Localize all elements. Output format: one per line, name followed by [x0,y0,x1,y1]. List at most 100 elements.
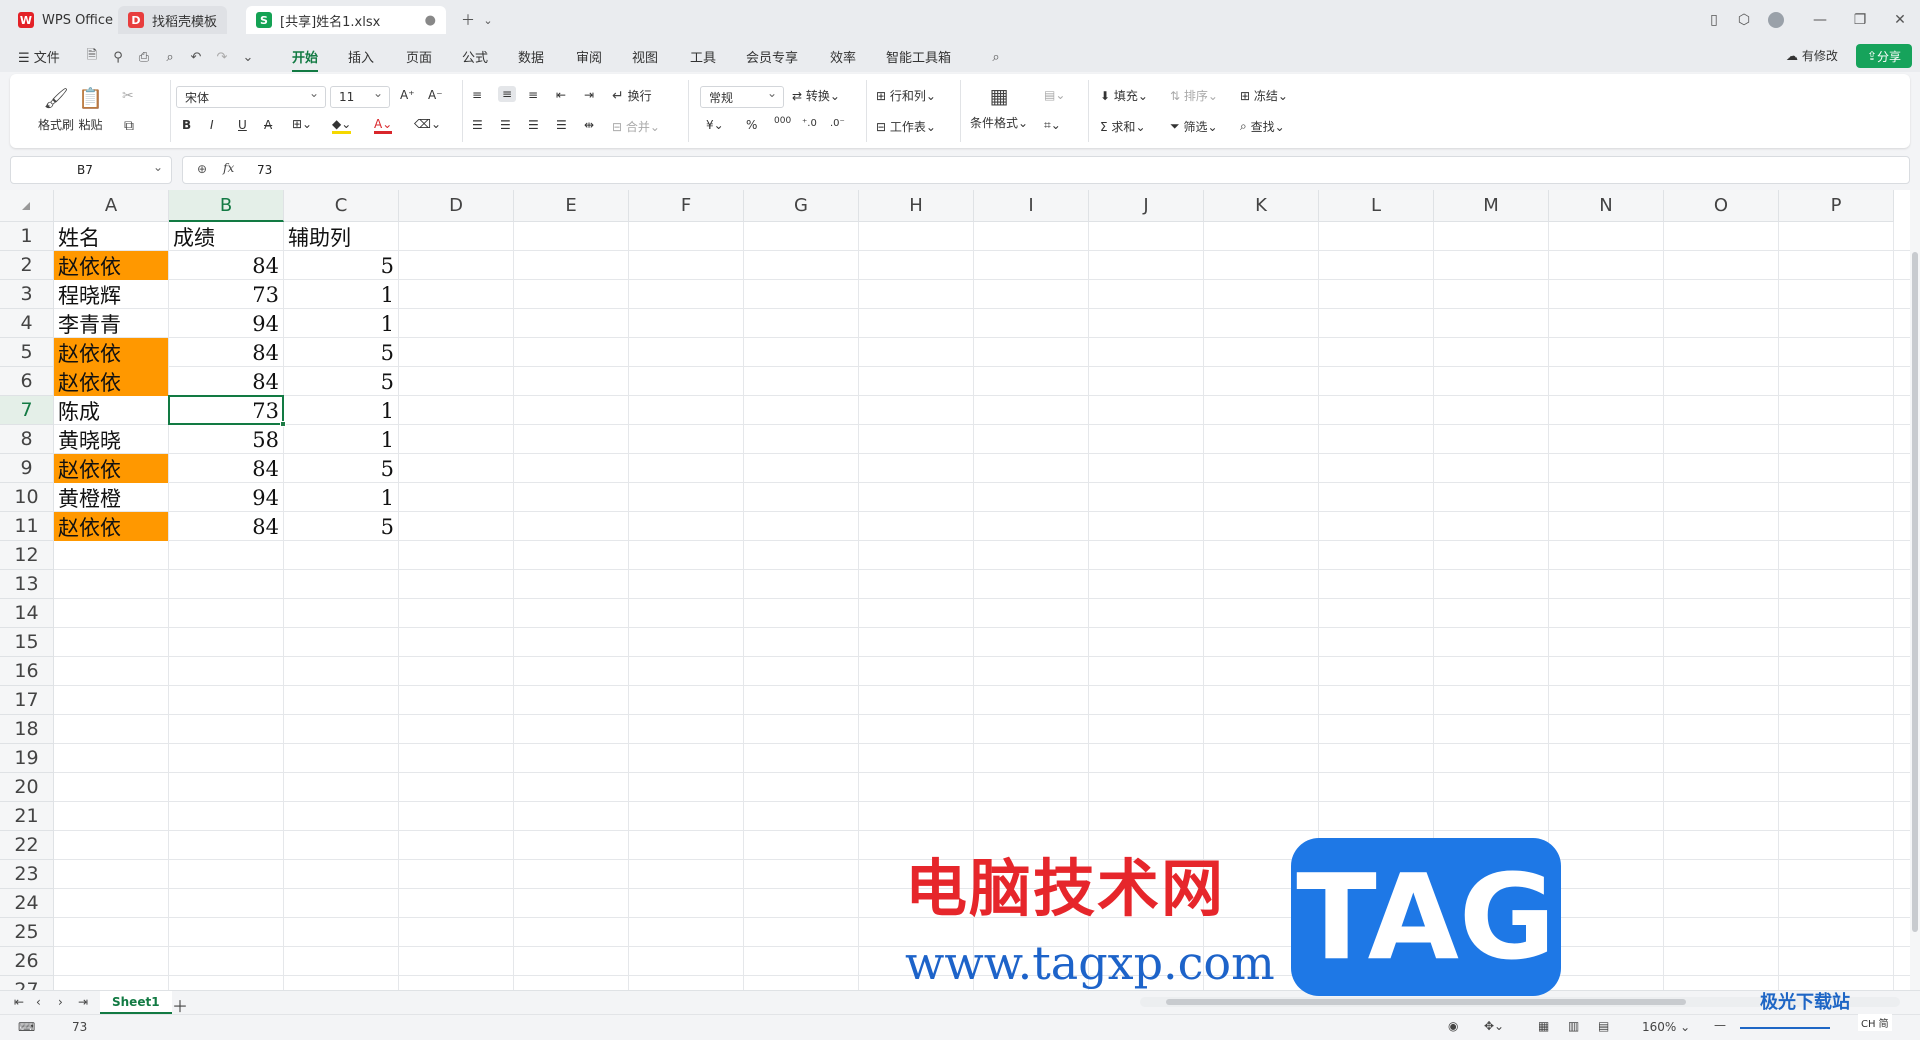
cell-b1[interactable]: 成绩 [169,222,283,251]
column-header-j[interactable]: J [1089,190,1204,222]
filter-button[interactable]: ⏷ 筛选 ⌄ [1170,118,1218,135]
cell-c8[interactable]: 1 [284,425,398,454]
row-header-24[interactable]: 24 [0,889,54,918]
cube-icon[interactable]: ⬡ [1734,10,1754,30]
column-header-e[interactable]: E [514,190,629,222]
number-format-select[interactable]: 常规 [700,86,784,108]
cell-c11[interactable]: 5 [284,512,398,541]
tab-review[interactable]: 审阅 [576,47,602,66]
row-header-21[interactable]: 21 [0,802,54,831]
vertical-scroll-thumb[interactable] [1912,252,1918,932]
increase-indent-icon[interactable]: ⇥ [584,88,594,102]
avatar[interactable] [1766,10,1786,30]
cell-a1[interactable]: 姓名 [54,222,168,251]
formula-input-area[interactable]: ⊕ fx 73 [182,156,1910,184]
save-icon[interactable]: 🗎 [84,48,100,65]
column-header-h[interactable]: H [859,190,974,222]
convert-button[interactable]: ⇄ 转换 ⌄ [792,87,840,104]
tab-wps-office[interactable]: W WPS Office [8,6,123,34]
row-header-14[interactable]: 14 [0,599,54,628]
column-header-f[interactable]: F [629,190,744,222]
row-header-3[interactable]: 3 [0,280,54,309]
border-icon[interactable]: ⊞⌄ [292,117,312,131]
decrease-decimal-icon[interactable]: .0⁻ [830,118,845,129]
tab-efficiency[interactable]: 效率 [830,47,856,66]
decrease-font-icon[interactable]: A⁻ [428,88,443,102]
vertical-scrollbar[interactable] [1910,190,1920,990]
row-header-18[interactable]: 18 [0,715,54,744]
name-box[interactable]: B7 [10,156,172,184]
normal-view-icon[interactable]: ▦ [1538,1019,1549,1033]
increase-font-icon[interactable]: A⁺ [400,88,415,102]
strikethrough-icon[interactable]: A [264,118,272,132]
row-col-button[interactable]: ⊞ 行和列 ⌄ [876,87,936,104]
column-header-c[interactable]: C [284,190,399,222]
prev-sheet-icon[interactable]: ‹ [36,995,41,1009]
cell-c4[interactable]: 1 [284,309,398,338]
row-header-11[interactable]: 11 [0,512,54,541]
fill-button[interactable]: ⬇ 填充 ⌄ [1100,87,1148,104]
worksheet-button[interactable]: ⊟ 工作表 ⌄ [876,118,936,135]
align-top-icon[interactable]: ≡ [472,88,482,102]
restore-icon[interactable]: ❐ [1850,10,1870,30]
zoom-level[interactable]: 160% ⌄ [1642,1020,1690,1034]
formula-value[interactable]: 73 [257,163,272,177]
cell-c7[interactable]: 1 [284,396,398,425]
minimize-icon[interactable]: — [1810,10,1830,30]
cut-icon[interactable]: ✂ [122,88,134,104]
sum-button[interactable]: Σ 求和 ⌄ [1100,118,1146,135]
column-header-g[interactable]: G [744,190,859,222]
copy-icon[interactable]: ⧉ [124,118,134,134]
cell-b11[interactable]: 84 [169,512,283,541]
undo-icon[interactable]: ↶ [188,49,204,65]
fill-handle[interactable] [280,421,286,427]
column-header-p[interactable]: P [1779,190,1894,222]
italic-icon[interactable]: I [210,118,214,132]
share-link-icon[interactable]: ⚲ [110,49,126,65]
select-all-corner[interactable] [0,190,54,222]
bold-icon[interactable]: B [182,118,191,132]
row-header-23[interactable]: 23 [0,860,54,889]
last-sheet-icon[interactable]: ⇥ [78,995,88,1009]
clear-format-icon[interactable]: ⌫⌄ [414,117,441,131]
row-header-12[interactable]: 12 [0,541,54,570]
cell-a3[interactable]: 程晓辉 [54,280,168,309]
page-layout-icon[interactable]: ▥ [1568,1019,1579,1033]
font-name-select[interactable]: 宋体 [176,86,326,108]
cell-b4[interactable]: 94 [169,309,283,338]
font-color-icon[interactable]: A⌄ [374,117,393,134]
first-sheet-icon[interactable]: ⇤ [14,995,24,1009]
conditional-format-button[interactable]: ▦ 条件格式⌄ [970,84,1028,131]
tab-home[interactable]: 开始 [292,47,319,72]
share-button[interactable]: ⇪ 分享 [1856,44,1912,68]
sheet-tab-sheet1[interactable]: Sheet1 [100,991,172,1014]
wrap-text-button[interactable]: ↵ 换行 [612,87,652,104]
cell-c3[interactable]: 1 [284,280,398,309]
decrease-indent-icon[interactable]: ⇤ [556,88,566,102]
cell-b3[interactable]: 73 [169,280,283,309]
cell-a10[interactable]: 黄橙橙 [54,483,168,512]
row-header-9[interactable]: 9 [0,454,54,483]
modified-indicator[interactable]: ☁ 有修改 [1786,47,1838,64]
cell-a4[interactable]: 李青青 [54,309,168,338]
percent-icon[interactable]: % [746,118,757,132]
align-bottom-icon[interactable]: ≡ [528,88,538,102]
print-icon[interactable]: ⎙ [136,49,152,65]
merge-button[interactable]: ⊟ 合并 ⌄ [612,118,660,135]
tab-template[interactable]: D 找稻壳模板 [118,6,228,34]
redo-icon[interactable]: ↷ [214,49,230,65]
row-header-4[interactable]: 4 [0,309,54,338]
sort-button[interactable]: ⇅ 排序 ⌄ [1170,87,1218,104]
row-header-10[interactable]: 10 [0,483,54,512]
row-header-7[interactable]: 7 [0,396,54,425]
row-header-2[interactable]: 2 [0,251,54,280]
horizontal-scroll-thumb[interactable] [1166,999,1686,1005]
column-header-b[interactable]: B [169,190,284,222]
cell-a5[interactable]: 赵依依 [54,338,168,367]
tab-spreadsheet[interactable]: S [共享]姓名1.xlsx ● [246,6,446,34]
column-header-l[interactable]: L [1319,190,1434,222]
format-painter-button[interactable]: 🖌 格式刷 [38,86,74,133]
eye-protection-icon[interactable]: ◉ [1448,1019,1458,1033]
tab-data[interactable]: 数据 [518,47,544,66]
row-header-16[interactable]: 16 [0,657,54,686]
